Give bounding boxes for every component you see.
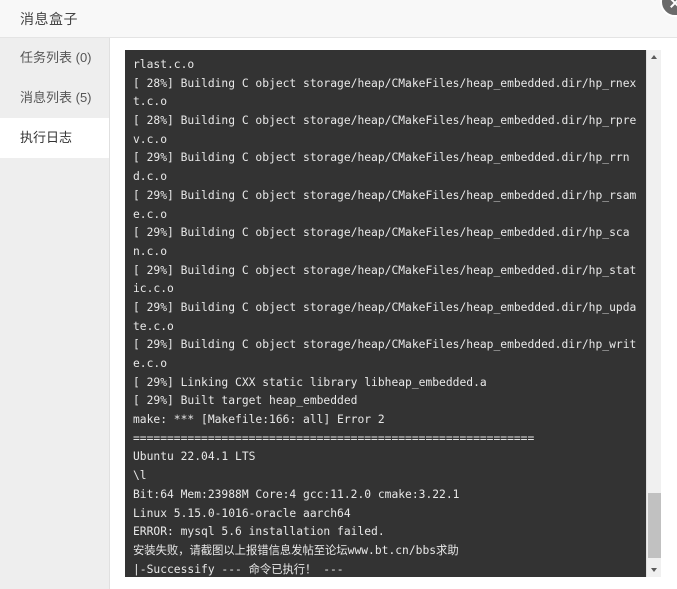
log-scrollbar[interactable] (646, 50, 661, 577)
sidebar-item-message-list[interactable]: 消息列表 (5) (0, 78, 109, 118)
execution-log-text[interactable]: rlast.c.o [ 28%] Building C object stora… (125, 50, 646, 577)
close-icon[interactable] (660, 0, 677, 17)
sidebar: 任务列表 (0) 消息列表 (5) 执行日志 (0, 38, 110, 589)
triangle-down-icon (651, 568, 657, 572)
scroll-up-arrow-icon[interactable] (647, 50, 661, 65)
window-header: 消息盒子 (0, 0, 677, 38)
scroll-down-arrow-icon[interactable] (647, 562, 661, 577)
scrollbar-thumb[interactable] (648, 493, 661, 558)
page-title: 消息盒子 (20, 11, 78, 27)
execution-log-panel: rlast.c.o [ 28%] Building C object stora… (125, 50, 661, 577)
main-content: rlast.c.o [ 28%] Building C object stora… (111, 38, 677, 589)
sidebar-item-execution-log[interactable]: 执行日志 (0, 118, 109, 158)
triangle-up-icon (651, 55, 657, 59)
message-box-window: 消息盒子 任务列表 (0) 消息列表 (5) 执行日志 rlast.c.o [ … (0, 0, 677, 589)
sidebar-item-task-list[interactable]: 任务列表 (0) (0, 38, 109, 78)
